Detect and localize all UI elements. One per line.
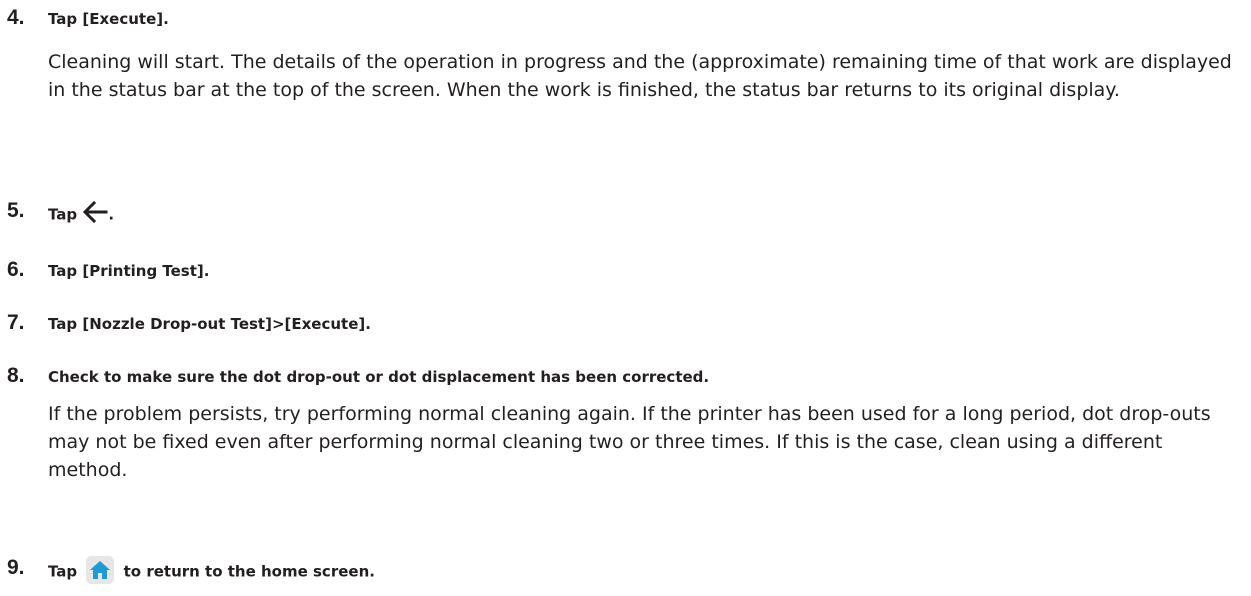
step-number: 4. [7,6,25,29]
step-number: 5. [7,199,25,222]
step-heading-post: to return to the home screen. [123,562,375,581]
step-body: If the problem persists, try performing … [48,403,1211,481]
step-heading: Tap [Nozzle Drop-out Test]>[Execute]. [48,315,371,333]
back-arrow-icon [82,200,108,229]
step-number: 7. [7,311,25,334]
step-heading-pre: Tap [48,562,78,581]
home-icon [86,556,115,584]
step-heading: Tap [Printing Test]. [48,262,210,280]
step-number: 9. [7,556,25,579]
step-heading: Tap . [48,200,115,229]
step-heading: Tap [Execute]. [48,10,169,28]
step-number: 8. [7,364,25,387]
step-heading-pre: Tap [48,205,78,224]
step-body: Cleaning will start. The details of the … [48,51,1232,101]
step-heading: Check to make sure the dot drop-out or d… [48,368,710,386]
step-heading-post: . [108,205,115,224]
step-number: 6. [7,258,25,281]
step-heading: Tap to return to the home screen. [48,556,375,586]
